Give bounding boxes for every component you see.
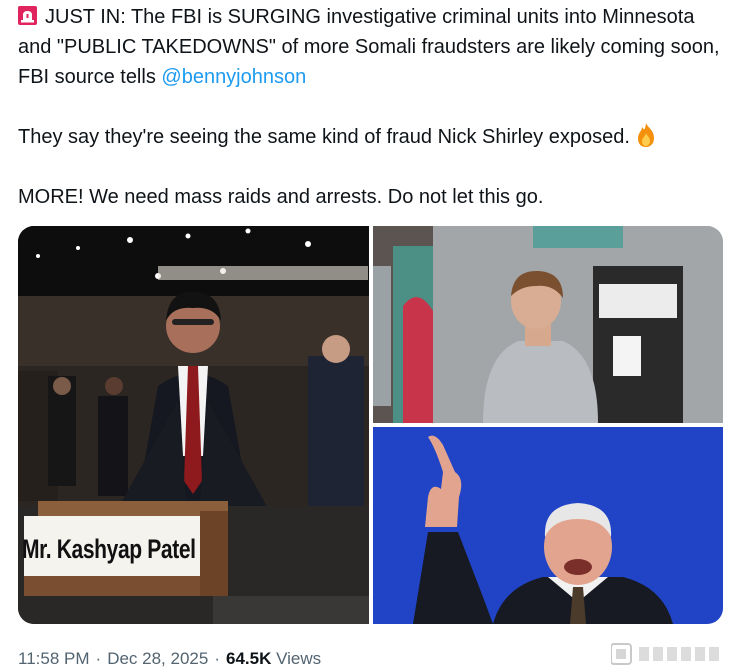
tweet-lead-text: JUST IN: The FBI is SURGING investigativ… <box>18 6 720 88</box>
tweet-text: JUST IN: The FBI is SURGING investigativ… <box>18 2 723 212</box>
siren-icon <box>18 4 37 25</box>
tweet-paragraph-2-text: They say they're seeing the same kind of… <box>18 126 630 148</box>
tweet-date[interactable]: Dec 28, 2025 <box>107 649 208 668</box>
meta-separator: · <box>95 649 102 668</box>
views-label: Views <box>276 649 322 668</box>
meta-separator-2: · <box>214 649 220 668</box>
street-photo[interactable] <box>373 226 723 423</box>
media-grid: Mr. Kashyap Patel <box>18 226 723 624</box>
tweet-paragraph-1: JUST IN: The FBI is SURGING investigativ… <box>18 2 723 92</box>
mention-link[interactable]: @bennyjohnson <box>161 66 306 88</box>
tweet-time[interactable]: 11:58 PM <box>18 649 90 668</box>
fire-icon <box>634 122 658 148</box>
watermark-logo <box>610 641 724 667</box>
nameplate-text: Mr. Kashyap Patel <box>22 534 196 564</box>
tweet-paragraph-2: They say they're seeing the same kind of… <box>18 122 723 152</box>
speaker-photo[interactable] <box>373 427 723 624</box>
hearing-photo[interactable]: Mr. Kashyap Patel <box>18 226 369 624</box>
tweet-paragraph-3: MORE! We need mass raids and arrests. Do… <box>18 186 544 208</box>
tweet-meta: 11:58 PM · Dec 28, 2025 · 64.5K Views <box>18 646 321 672</box>
views-count: 64.5K <box>226 649 272 668</box>
